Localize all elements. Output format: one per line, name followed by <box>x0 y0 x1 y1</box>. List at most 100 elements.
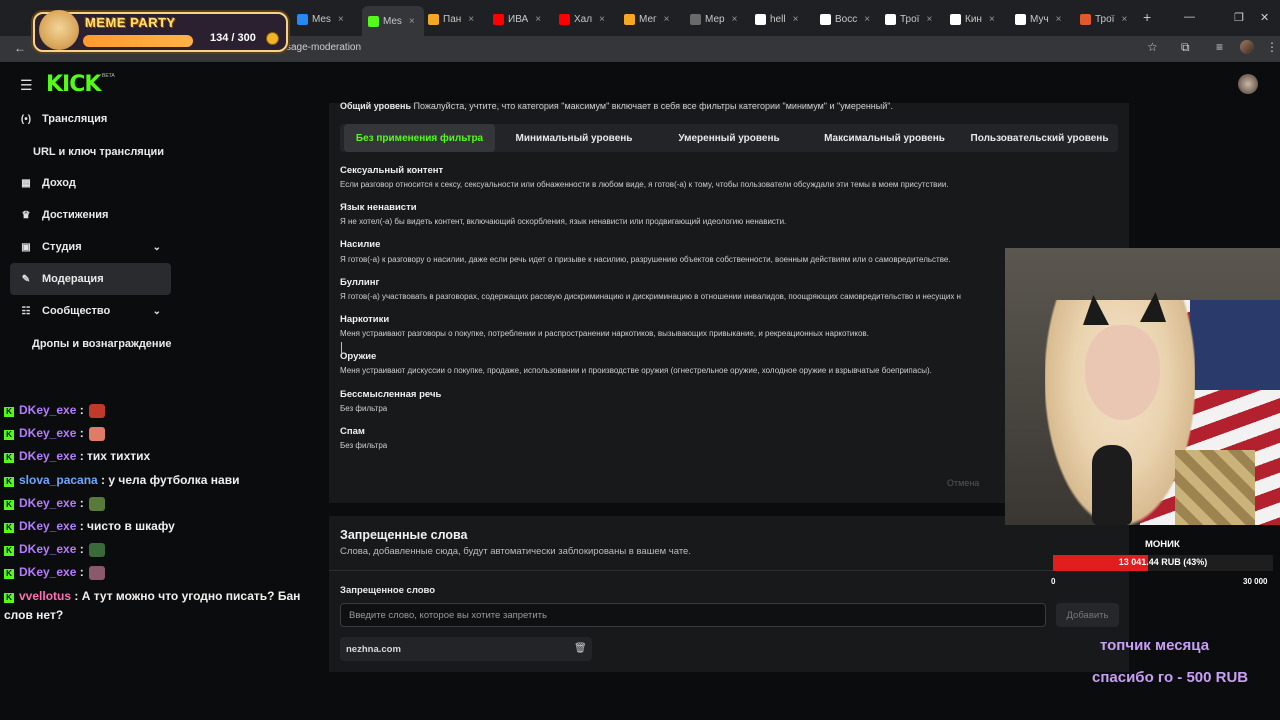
tab-custom[interactable]: Пользовательский уровень <box>964 124 1115 152</box>
tab-minimal[interactable]: Минимальный уровень <box>499 124 649 152</box>
close-tab-icon[interactable]: × <box>468 14 474 25</box>
browser-tab[interactable]: Мег × <box>624 9 684 29</box>
tab-maximum[interactable]: Максимальный уровень <box>809 124 960 152</box>
close-window-icon[interactable]: ✕ <box>1260 11 1269 24</box>
chat-text: чисто в шкафу <box>87 519 175 533</box>
browser-tab[interactable]: Хал × <box>559 9 619 29</box>
new-tab-button[interactable]: + <box>1143 9 1151 25</box>
browser-tab[interactable]: hell × <box>755 9 815 29</box>
chat-message: K DKey_exe : <box>4 424 106 442</box>
tab-favicon-icon <box>1080 13 1091 25</box>
sidebar-item-studio[interactable]: ▣ Студия ⌄ <box>10 231 171 263</box>
browser-tab[interactable]: Mes × <box>297 9 357 29</box>
close-tab-icon[interactable]: × <box>409 16 415 27</box>
kick-badge-icon: K <box>4 476 14 487</box>
add-word-button[interactable]: Добавить <box>1056 603 1119 627</box>
chat-text: у чела футболка нави <box>108 472 240 487</box>
close-tab-icon[interactable]: × <box>989 14 995 25</box>
browser-tab[interactable]: Кин × <box>950 9 1010 29</box>
chat-username[interactable]: DKey_exe <box>19 496 76 510</box>
close-tab-icon[interactable]: × <box>664 14 670 25</box>
chat-username[interactable]: vvellotus <box>19 589 71 603</box>
webcam-streamer-face <box>1085 325 1160 420</box>
browser-tab-label: Мег <box>639 13 657 25</box>
chat-separator: : <box>71 588 82 603</box>
chat-username[interactable]: DKey_exe <box>19 403 76 417</box>
kick-logo[interactable]: KICK <box>46 72 101 97</box>
cancel-button[interactable]: Отмена <box>947 478 979 488</box>
studio-icon: ▣ <box>21 241 31 253</box>
bookmark-star-icon[interactable]: ☆ <box>1147 40 1158 54</box>
community-icon: ☷ <box>21 305 31 317</box>
tab-moderate[interactable]: Умеренный уровень <box>653 124 805 152</box>
kick-badge-icon: K <box>4 523 14 533</box>
kick-badge-icon: K <box>4 546 14 557</box>
maximize-icon[interactable]: ❐ <box>1234 11 1244 24</box>
tab-favicon-icon <box>755 13 766 25</box>
tab-no-filter[interactable]: Без применения фильтра <box>344 124 495 152</box>
tab-favicon-icon <box>493 13 504 25</box>
chat-separator: : <box>76 449 88 464</box>
back-arrow-icon[interactable]: ← <box>14 41 26 55</box>
forbidden-words-title: Запрещенные слова <box>340 528 468 542</box>
chevron-down-icon[interactable]: ⌄ <box>153 242 161 253</box>
browser-tab[interactable]: Мер × <box>690 9 750 29</box>
browser-profile-avatar[interactable] <box>1240 40 1254 54</box>
chat-message: Kslova_pacana : у чела футболка нави <box>4 471 239 489</box>
sidebar-item-broadcast[interactable]: (•) Трансляция <box>10 103 171 135</box>
close-tab-icon[interactable]: × <box>793 14 799 25</box>
close-tab-icon[interactable]: × <box>1121 14 1127 25</box>
reading-list-icon[interactable]: ≡ <box>1216 40 1223 54</box>
chat-message: Kvvellotus : А тут можно что угодно писа… <box>4 587 300 605</box>
sidebar-item-achievements[interactable]: ♛ Достижения <box>10 199 171 231</box>
browser-tab-label: Кин <box>965 13 982 25</box>
browser-tab[interactable]: Трої × <box>1080 9 1140 29</box>
close-tab-icon[interactable]: × <box>1056 14 1062 25</box>
browser-menu-icon[interactable]: ⋮ <box>1266 40 1278 54</box>
chat-username[interactable]: DKey_exe <box>19 565 76 579</box>
browser-tab-label: Mes <box>312 13 331 25</box>
forbidden-word-text: nezhna.com <box>346 643 401 655</box>
sidebar-item-moderation[interactable]: ✎ Модерация <box>10 263 171 295</box>
goal-name: МОНИК <box>1145 539 1180 550</box>
chat-username[interactable]: DKey_exe <box>19 519 76 533</box>
chat-separator: : <box>76 519 88 533</box>
chat-username[interactable]: DKey_exe <box>19 449 76 463</box>
sidebar-item-label: Доход <box>42 177 76 189</box>
minimize-icon[interactable]: — <box>1184 11 1195 23</box>
chat-username[interactable]: slova_pacana <box>19 473 98 487</box>
close-tab-icon[interactable]: × <box>599 14 605 25</box>
category-title: Сексуальный контент <box>340 165 444 176</box>
chat-username[interactable]: DKey_exe <box>19 426 76 440</box>
sidebar-item-drops[interactable]: Дропы и вознаграждение <box>32 338 171 350</box>
close-tab-icon[interactable]: × <box>926 14 932 25</box>
browser-tab[interactable]: Mes × <box>362 6 424 36</box>
forbidden-word-input[interactable] <box>340 603 1046 627</box>
close-tab-icon[interactable]: × <box>535 14 541 25</box>
meme-party-progress <box>83 35 193 47</box>
sidebar-item-label: Студия <box>42 241 82 253</box>
browser-tab[interactable]: ИВА × <box>493 9 553 29</box>
sidebar-item-community[interactable]: ☷ Сообщество ⌄ <box>10 295 171 327</box>
close-tab-icon[interactable]: × <box>864 14 870 25</box>
user-avatar[interactable] <box>1238 74 1258 94</box>
close-tab-icon[interactable]: × <box>338 14 344 25</box>
close-tab-icon[interactable]: × <box>732 14 738 25</box>
goal-progress-text: 13 041.44 RUB (43%) <box>1118 557 1208 567</box>
sidebar-item-income[interactable]: ▦ Доход <box>10 167 171 199</box>
url-text[interactable]: sage-moderation <box>286 42 361 53</box>
browser-tab[interactable]: Муч × <box>1015 9 1075 29</box>
meme-party-count: 134 / 300 <box>210 32 256 44</box>
browser-tab[interactable]: Пан × <box>428 9 488 29</box>
trash-icon[interactable]: 🗑 <box>574 643 587 654</box>
chevron-down-icon[interactable]: ⌄ <box>153 306 161 317</box>
browser-tab[interactable]: Трої × <box>885 9 945 29</box>
chat-username[interactable]: DKey_exe <box>19 542 76 556</box>
browser-tab-label: Хал <box>574 13 593 25</box>
tab-favicon-icon <box>559 13 570 25</box>
extensions-icon[interactable]: ⧉ <box>1181 40 1190 55</box>
browser-tab[interactable]: Восс × <box>820 9 880 29</box>
category-title: Оружие <box>340 351 377 362</box>
sidebar-item-url-key[interactable]: URL и ключ трансляции <box>20 146 164 158</box>
hamburger-menu-icon[interactable]: ☰ <box>20 77 33 94</box>
